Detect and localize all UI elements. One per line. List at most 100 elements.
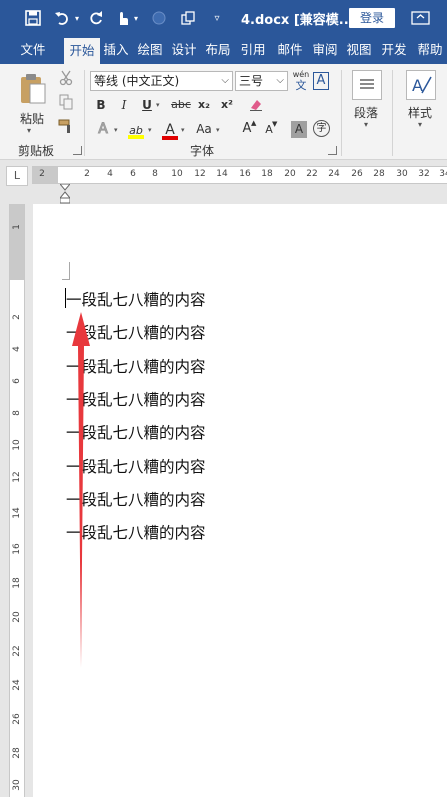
paragraph-button[interactable]: 段落 ▾	[350, 70, 384, 140]
ruler-tick: 14	[12, 507, 22, 519]
touch-mode-icon[interactable]	[112, 7, 132, 29]
change-case-dropdown-icon[interactable]: ▾	[216, 126, 220, 134]
tab-home[interactable]: 开始	[64, 38, 100, 64]
tab-review[interactable]: 审阅	[309, 36, 341, 64]
chevron-down-icon: ⌵	[276, 75, 284, 86]
ruler-tick: 26	[351, 169, 363, 179]
underline-button[interactable]: U	[139, 96, 155, 114]
undo-icon[interactable]	[52, 7, 72, 29]
styles-button[interactable]: A 样式 ▾	[402, 70, 440, 140]
tab-layout[interactable]: 布局	[202, 36, 234, 64]
bold-button[interactable]: B	[93, 96, 109, 114]
superscript-button[interactable]: x²	[218, 96, 236, 114]
ruler-tick: 2	[39, 169, 45, 179]
font-color-dropdown-icon[interactable]: ▾	[181, 126, 185, 134]
ruler-tick: 16	[12, 543, 22, 555]
red-up-arrow-annotation	[72, 312, 90, 668]
clipboard-launcher-icon[interactable]	[73, 146, 82, 155]
ruler-tick: 34	[439, 169, 447, 179]
ruler-tick: 8	[152, 169, 158, 179]
highlight-button[interactable]: ab	[126, 119, 146, 141]
highlight-dropdown-icon[interactable]: ▾	[148, 126, 152, 134]
ruler-left-margin	[32, 167, 58, 183]
ruler-tick: 22	[12, 645, 22, 657]
ruler-tick: 16	[239, 169, 251, 179]
undo-dropdown-icon[interactable]: ▾	[72, 7, 82, 29]
paste-button[interactable]: 粘贴 ▾	[14, 72, 50, 136]
ruler-tick: 10	[12, 439, 22, 451]
corner-crop-mark	[62, 262, 70, 280]
font-name-dropdown[interactable]: 等线 (中文正文) ⌵	[90, 71, 233, 91]
strikethrough-button[interactable]: abc	[170, 96, 192, 114]
paste-dropdown-icon: ▾	[27, 126, 32, 135]
tab-help[interactable]: 帮助	[414, 36, 446, 64]
paragraph-line[interactable]: 一段乱七八糟的内容	[66, 288, 206, 310]
tab-references[interactable]: 引用	[237, 36, 269, 64]
tab-draw[interactable]: 绘图	[134, 36, 166, 64]
clear-formatting-icon[interactable]	[247, 96, 265, 117]
ruler-tick: 14	[216, 169, 228, 179]
underline-dropdown-icon[interactable]: ▾	[156, 101, 160, 109]
styles-icon: A	[406, 70, 436, 100]
font-name-value: 等线 (中文正文)	[94, 74, 180, 88]
autosave-toggle-icon[interactable]	[150, 7, 168, 29]
ruler-tick: 18	[12, 577, 22, 589]
ruler-tick: 1	[12, 224, 22, 230]
indent-marker-icon[interactable]	[58, 183, 72, 204]
share-icon[interactable]	[178, 7, 198, 29]
save-icon[interactable]	[22, 7, 44, 29]
ribbon-tabs: 文件 开始 插入 绘图 设计 布局 引用 邮件 审阅 视图 开发 帮助	[0, 36, 447, 64]
redo-icon[interactable]	[86, 7, 106, 29]
phonetic-guide-button[interactable]: wén 文	[291, 70, 311, 92]
clipboard-paste-icon	[18, 72, 48, 110]
format-painter-icon[interactable]	[58, 118, 74, 139]
horizontal-ruler[interactable]: 2 2 4 6 8 10 12 14 16 18 20 22 24 26 28 …	[32, 166, 447, 184]
ruler-tick: 30	[396, 169, 408, 179]
tab-selector[interactable]: L	[6, 166, 28, 186]
clipboard-group-label: 剪贴板	[18, 144, 55, 158]
styles-dropdown-icon: ▾	[418, 120, 423, 129]
ruler-tick: 24	[12, 679, 22, 691]
text-effects-dropdown-icon[interactable]: ▾	[114, 126, 118, 134]
login-button[interactable]: 登录	[349, 8, 395, 28]
customize-qat-icon[interactable]: ▿	[210, 7, 224, 29]
ruler-top-margin	[10, 204, 24, 280]
tab-design[interactable]: 设计	[168, 36, 200, 64]
character-shading-button[interactable]: A	[291, 121, 307, 138]
group-separator	[84, 70, 85, 156]
character-border-button[interactable]: A	[313, 72, 329, 90]
tab-insert[interactable]: 插入	[100, 36, 132, 64]
ruler-tick: 4	[12, 346, 22, 352]
ruler-tick: 2	[12, 314, 22, 320]
change-case-button[interactable]: Aa	[193, 120, 215, 138]
tab-file[interactable]: 文件	[12, 36, 54, 64]
document-page[interactable]: 一段乱七八糟的内容 一段乱七八糟的内容 一段乱七八糟的内容 一段乱七八糟的内容 …	[33, 204, 447, 797]
ribbon-home: 粘贴 ▾ 剪贴板 等线 (中文正文) ⌵ 三号 ⌵ wén 文 A B I U …	[0, 64, 447, 160]
font-size-dropdown[interactable]: 三号 ⌵	[235, 71, 288, 91]
enclose-characters-button[interactable]: 字	[313, 120, 330, 137]
ruler-tick: 30	[12, 779, 22, 791]
ruler-tick: 24	[328, 169, 340, 179]
subscript-button[interactable]: x₂	[195, 96, 213, 114]
ruler-tick: 20	[12, 611, 22, 623]
ruler-tick: 18	[261, 169, 273, 179]
ruler-tick: 32	[418, 169, 430, 179]
paragraph-icon	[352, 70, 382, 100]
tab-developer[interactable]: 开发	[378, 36, 410, 64]
touch-dropdown-icon[interactable]: ▾	[131, 7, 141, 29]
italic-button[interactable]: I	[116, 96, 132, 114]
ruler-tick: 6	[12, 378, 22, 384]
copy-icon[interactable]	[58, 94, 74, 115]
cut-icon[interactable]	[58, 70, 74, 91]
ribbon-display-options-icon[interactable]	[409, 9, 433, 27]
title-bar: ▾ ▾ ▿ 4.docx [兼容模... 登录	[0, 0, 447, 36]
paste-label: 粘贴	[20, 112, 45, 126]
ruler-tick: 20	[284, 169, 296, 179]
text-effects-button[interactable]: A	[94, 120, 112, 138]
tab-mailings[interactable]: 邮件	[274, 36, 306, 64]
font-launcher-icon[interactable]	[328, 146, 337, 155]
vertical-ruler[interactable]: 1 2 4 6 8 10 12 14 16 18 20 22 24 26 28 …	[9, 204, 25, 797]
tab-view[interactable]: 视图	[343, 36, 375, 64]
ruler-tick: 4	[107, 169, 113, 179]
font-color-button[interactable]: A	[161, 119, 179, 141]
